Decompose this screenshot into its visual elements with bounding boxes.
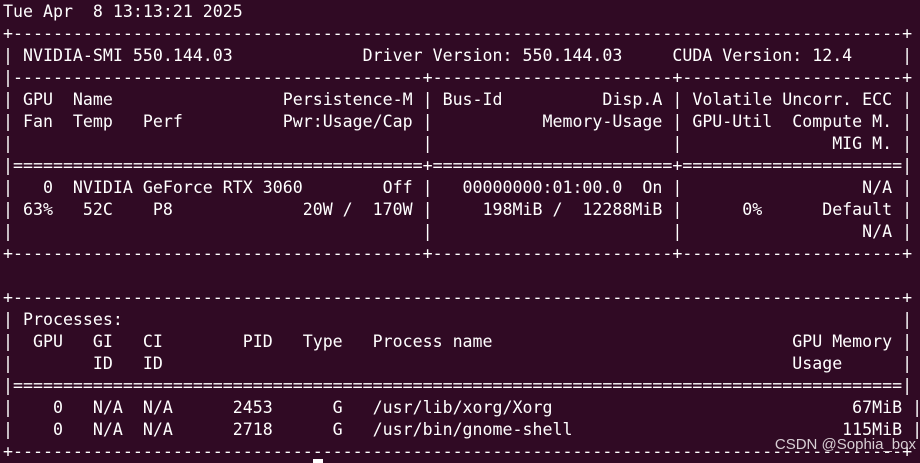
gpu-row-1: | 0 NVIDIA GeForce RTX 3060 Off | 000000…: [3, 178, 913, 197]
timestamp-line: Tue Apr 8 13:13:21 2025: [3, 2, 243, 21]
process-column-header-1: | GPU GI CI PID Type Process name GPU Me…: [3, 332, 913, 351]
table-border: +---------------------------------------…: [3, 24, 913, 43]
header-divider: |=======================================…: [3, 156, 913, 175]
table-border: +---------------------------------------…: [3, 288, 913, 307]
gpu-column-header-1: | GPU Name Persistence-M | Bus-Id Disp.A…: [3, 90, 913, 109]
terminal-cursor: [313, 459, 323, 463]
table-border: +---------------------------------------…: [3, 244, 913, 263]
terminal-window[interactable]: Tue Apr 8 13:13:21 2025 +----------------…: [0, 0, 920, 463]
process-header-divider: |=======================================…: [3, 376, 913, 395]
gpu-column-header-2: | Fan Temp Perf Pwr:Usage/Cap | Memory-U…: [3, 112, 913, 131]
gpu-row-3: | | | N/A |: [3, 222, 913, 241]
table-separator: |---------------------------------------…: [3, 68, 913, 87]
watermark: CSDN @Sophia_box: [774, 436, 916, 453]
gpu-row-2: | 63% 52C P8 20W / 170W | 198MiB / 12288…: [3, 200, 913, 219]
processes-title: | Processes: |: [3, 310, 913, 329]
process-row: | 0 N/A N/A 2453 G /usr/lib/xorg/Xorg 67…: [3, 398, 920, 417]
smi-header-line: | NVIDIA-SMI 550.144.03 Driver Version: …: [3, 46, 913, 65]
gpu-column-header-3: | | | MIG M. |: [3, 134, 913, 153]
terminal-output: Tue Apr 8 13:13:21 2025 +----------------…: [3, 1, 920, 463]
process-column-header-2: | ID ID Usage |: [3, 354, 913, 373]
